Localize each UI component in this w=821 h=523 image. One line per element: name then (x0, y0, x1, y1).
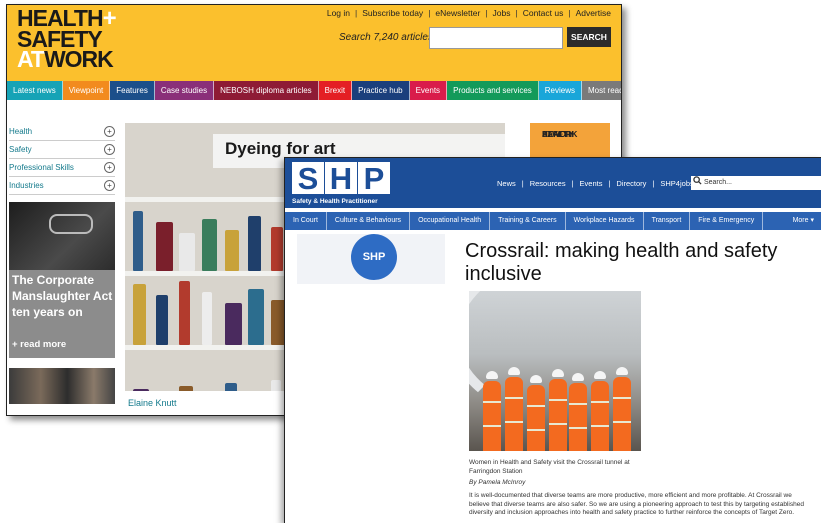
handcuffs-image (9, 202, 115, 270)
bottle-image (133, 389, 149, 391)
hero-title: Dyeing for art (225, 139, 336, 158)
logo-plus: + (102, 5, 117, 32)
hsw-sidebar: Health + Safety + Professional Skills + Ind… (9, 123, 115, 195)
worker-figure (613, 367, 631, 451)
link-resources[interactable]: Resources (530, 179, 566, 188)
shp-top-links: News | Resources | Events | Directory | SHP4… (497, 179, 694, 188)
magazine-cover[interactable]: HEALTH SAFETY ATWORK (530, 123, 610, 159)
bottle-image (271, 380, 281, 391)
expand-icon[interactable]: + (104, 162, 115, 173)
link-advertise[interactable]: Advertise (576, 8, 611, 18)
hsw-main-nav: Latest news Viewpoint Features Case studies… (7, 81, 621, 100)
worker-figure (549, 369, 567, 451)
bottle-image (248, 216, 261, 271)
search-button[interactable]: SEARCH (567, 27, 611, 47)
article-byline: By Pamela McInroy (469, 479, 526, 486)
nav-tab-7[interactable]: Events (409, 81, 448, 100)
promo-card[interactable]: The Corporate Manslaughter Act ten years… (9, 202, 115, 358)
bottle-image (179, 233, 195, 271)
read-more-link[interactable]: + read more (12, 339, 66, 350)
bottle-image (225, 303, 242, 345)
people-thumbnail-image[interactable] (9, 368, 115, 404)
worker-figure (591, 371, 609, 451)
hsw-logo[interactable]: HEALTH+ SAFETY ATWORK (17, 5, 117, 72)
shp-tagline: Safety & Health Practitioner (292, 198, 378, 205)
sidebar-item-industries[interactable]: Industries + (9, 177, 115, 195)
expand-icon[interactable]: + (104, 180, 115, 191)
bottle-image (271, 227, 283, 271)
bottle-image (179, 386, 193, 391)
nav-tab-9[interactable]: Reviews (538, 81, 582, 100)
nav-tab-8[interactable]: Products and services (447, 81, 539, 100)
promo-title: The Corporate Manslaughter Act ten years… (12, 273, 113, 319)
link-news[interactable]: News (497, 179, 516, 188)
worker-figure (569, 373, 587, 451)
link-subscribe[interactable]: Subscribe today (362, 8, 423, 18)
expand-icon[interactable]: + (104, 126, 115, 137)
shp-nav-tab-0[interactable]: In Court (285, 212, 327, 230)
shp-header: S H P Safety & Health Practitioner News |… (285, 158, 821, 208)
link-enewsletter[interactable]: eNewsletter (435, 8, 480, 18)
nav-tab-5[interactable]: Brexit (318, 81, 353, 100)
logo-work: WORK (43, 46, 114, 72)
bottle-image (225, 383, 237, 391)
bottle-image (202, 292, 212, 345)
bottle-image (202, 219, 217, 271)
link-directory[interactable]: Directory (616, 179, 646, 188)
bottle-image (133, 284, 146, 345)
link-log-in[interactable]: Log in (327, 8, 350, 18)
sidebar-item-safety[interactable]: Safety + (9, 141, 115, 159)
badge-area: SHP (297, 234, 445, 284)
hsw-header: HEALTH+ SAFETY ATWORK Log in | Subscribe … (7, 5, 621, 81)
shp-badge: SHP (351, 234, 397, 280)
bottle-image (133, 211, 143, 271)
article-author[interactable]: Elaine Knutt (128, 398, 177, 408)
shp-nav-tab-2[interactable]: Occupational Health (410, 212, 491, 230)
bottle-image (248, 289, 264, 345)
worker-figure (483, 371, 501, 451)
search-icon (693, 176, 702, 185)
nav-tab-4[interactable]: NEBOSH diploma articles (214, 81, 319, 100)
link-contact[interactable]: Contact us (523, 8, 564, 18)
shp-main-nav: In Court Culture & Behaviours Occupational… (285, 212, 821, 230)
shp-nav-tab-6[interactable]: Fire & Emergency (690, 212, 764, 230)
nav-tab-6[interactable]: Practice hub (352, 81, 410, 100)
photo-caption: Women in Health and Safety visit the Cro… (469, 459, 630, 475)
shp-website-screenshot: S H P Safety & Health Practitioner News |… (284, 157, 821, 523)
shp-nav-tab-7[interactable]: More ▾ (785, 212, 821, 230)
nav-tab-2[interactable]: Features (110, 81, 155, 100)
sidebar-item-health[interactable]: Health + (9, 123, 115, 141)
article-body: It is well-documented that diverse teams… (469, 492, 804, 516)
bottle-image (179, 281, 190, 345)
sidebar-item-professional-skills[interactable]: Professional Skills + (9, 159, 115, 177)
link-jobs[interactable]: Jobs (493, 8, 511, 18)
expand-icon[interactable]: + (104, 144, 115, 155)
article-headline: Crossrail: making health and safety incl… (465, 240, 778, 285)
bottle-image (225, 230, 239, 271)
logo-at: AT (17, 46, 45, 72)
hsw-top-links: Log in | Subscribe today | eNewsletter | Jo… (326, 8, 611, 18)
shp-nav-tab-1[interactable]: Culture & Behaviours (327, 212, 411, 230)
search-input[interactable] (429, 27, 563, 49)
shp-search-input[interactable]: Search... (691, 176, 821, 190)
shp-logo[interactable]: S H P (292, 162, 390, 197)
bottle-image (156, 222, 173, 271)
search-label: Search 7,240 articles (339, 32, 433, 43)
nav-tab-0[interactable]: Latest news (7, 81, 63, 100)
shp-nav-tab-5[interactable]: Transport (644, 212, 691, 230)
bottle-image (156, 295, 168, 345)
nav-tab-1[interactable]: Viewpoint (62, 81, 111, 100)
worker-figure (527, 375, 545, 451)
shp-nav-tab-4[interactable]: Workplace Hazards (566, 212, 644, 230)
nav-tab-3[interactable]: Case studies (154, 81, 215, 100)
worker-figure (505, 367, 523, 451)
shp-nav-tab-3[interactable]: Training & Careers (490, 212, 566, 230)
nav-tab-10[interactable]: Most read (582, 81, 621, 100)
link-events[interactable]: Events (580, 179, 603, 188)
link-shp4jobs[interactable]: SHP4jobs (660, 179, 693, 188)
crossrail-photo[interactable] (469, 291, 641, 451)
